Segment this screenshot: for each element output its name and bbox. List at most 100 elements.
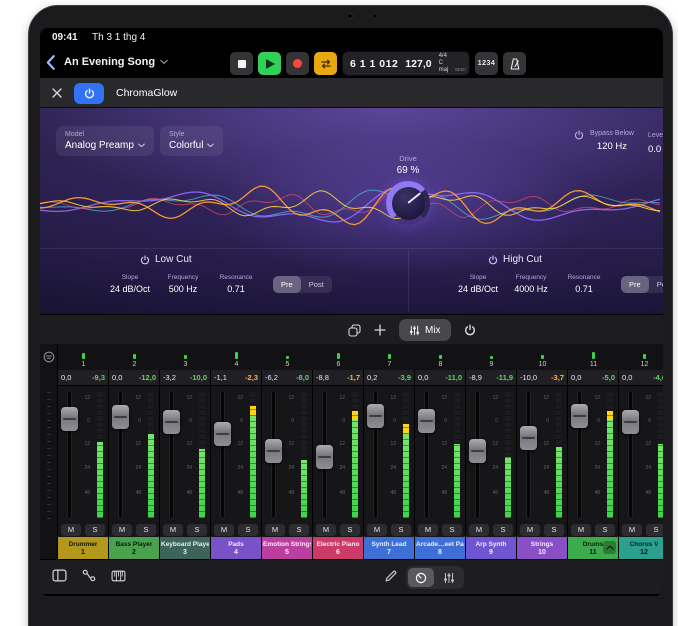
channel-number[interactable]: 3 [160,344,211,370]
channel-number[interactable]: 11 [568,344,619,370]
frequency-control[interactable]: Frequency 4000 Hz [511,274,551,294]
mute-button[interactable]: M [214,524,234,536]
channel-number[interactable]: 10 [517,344,568,370]
solo-button[interactable]: S [136,524,156,536]
channel-number[interactable]: 2 [109,344,160,370]
solo-button[interactable]: S [289,524,309,536]
solo-button[interactable]: S [595,524,615,536]
low-cut-power-button[interactable] [140,255,150,265]
track-label[interactable]: Drummer 1 [58,537,108,559]
plugin-power-button[interactable] [74,83,104,104]
mute-button[interactable]: M [418,524,438,536]
fader-handle[interactable] [316,445,333,469]
close-plugin-button[interactable] [52,88,62,98]
mute-button[interactable]: M [367,524,387,536]
solo-button[interactable]: S [646,524,663,536]
duplicate-button[interactable] [348,324,361,337]
slope-control[interactable]: Slope 24 dB/Oct [458,274,498,294]
routing-button[interactable] [82,569,96,582]
fader-track[interactable] [527,391,530,518]
fader-handle[interactable] [469,439,486,463]
track-label[interactable]: Pads 4 [211,537,261,559]
track-label[interactable]: Arcade…eet Pad 8 [415,537,465,559]
mute-button[interactable]: M [469,524,489,536]
channel-filter-icon[interactable] [43,351,55,363]
fader-handle[interactable] [520,426,537,450]
resonance-control[interactable]: Resonance 0.71 [216,274,256,294]
style-selector[interactable]: Style Colorful [160,126,223,156]
solo-button[interactable]: S [442,524,462,536]
frequency-control[interactable]: Frequency 500 Hz [163,274,203,294]
track-label[interactable]: Chorus V 12 [619,537,663,559]
track-label[interactable]: Strings 10 [517,537,567,559]
mute-button[interactable]: M [571,524,591,536]
mixer-power-button[interactable] [464,324,476,336]
song-title-menu[interactable]: An Evening Song [64,56,168,68]
record-button[interactable] [286,52,309,75]
channel-number[interactable]: 7 [364,344,415,370]
mix-button[interactable]: Mix [399,319,451,341]
channel-number[interactable]: 5 [262,344,313,370]
metronome-button[interactable] [503,52,526,75]
solo-button[interactable]: S [493,524,513,536]
fader-handle[interactable] [418,409,435,433]
browser-button[interactable] [52,569,67,582]
mute-button[interactable]: M [316,524,336,536]
controls-view-button[interactable] [408,568,434,587]
fader-handle[interactable] [571,404,588,428]
model-selector[interactable]: Model Analog Preamp [56,126,154,156]
fader-handle[interactable] [61,407,78,431]
channel-number[interactable]: 9 [466,344,517,370]
fader-handle[interactable] [214,422,231,446]
channel-number[interactable]: 4 [211,344,262,370]
play-surface-button[interactable] [111,569,126,582]
fader-handle[interactable] [163,410,180,434]
back-button[interactable] [46,55,60,71]
solo-button[interactable]: S [391,524,411,536]
play-button[interactable] [258,52,281,75]
fader-handle[interactable] [265,439,282,463]
high-cut-power-button[interactable] [488,255,498,265]
faders-view-button[interactable] [436,568,462,587]
track-label[interactable]: Bass Player 2 [109,537,159,559]
edit-mode-button[interactable] [384,570,397,583]
mute-button[interactable]: M [520,524,540,536]
lcd-display[interactable]: 6 1 1 012 127,0 4/4 C maj MIDI [342,51,470,76]
resonance-control[interactable]: Resonance 0.71 [564,274,604,294]
channel-number[interactable]: 6 [313,344,364,370]
track-label[interactable]: Emotion Strings 5 [262,537,312,559]
stop-button[interactable] [230,52,253,75]
solo-button[interactable]: S [85,524,105,536]
fader-handle[interactable] [367,404,384,428]
track-label[interactable]: Arp Synth 9 [466,537,516,559]
mute-button[interactable]: M [112,524,132,536]
post-button[interactable]: Post [301,276,332,293]
cycle-button[interactable] [314,52,337,75]
solo-button[interactable]: S [238,524,258,536]
mute-button[interactable]: M [622,524,642,536]
level-control[interactable]: Level 0.0 [648,132,663,155]
channel-number[interactable]: 1 [58,344,109,370]
bypass-below-control[interactable]: Bypass Below 120 Hz [574,130,634,152]
post-button[interactable]: Post [649,276,663,293]
mute-button[interactable]: M [163,524,183,536]
track-label[interactable]: Keyboard Player 3 [160,537,210,559]
fader-handle[interactable] [112,405,129,429]
track-label[interactable]: Electric Piano 6 [313,537,363,559]
track-label[interactable]: Drums 11 [568,537,618,559]
solo-button[interactable]: S [187,524,207,536]
pre-button[interactable]: Pre [273,276,301,293]
mute-button[interactable]: M [61,524,81,536]
fader-handle[interactable] [622,410,639,434]
solo-button[interactable]: S [340,524,360,536]
fader-track[interactable] [221,391,224,518]
add-button[interactable] [374,324,386,336]
channel-number[interactable]: 8 [415,344,466,370]
solo-button[interactable]: S [544,524,564,536]
slope-control[interactable]: Slope 24 dB/Oct [110,274,150,294]
count-in-button[interactable]: 1234 [475,52,498,75]
channel-number[interactable]: 12 [619,344,663,370]
mute-button[interactable]: M [265,524,285,536]
pre-button[interactable]: Pre [621,276,649,293]
drive-knob[interactable] [386,181,430,225]
